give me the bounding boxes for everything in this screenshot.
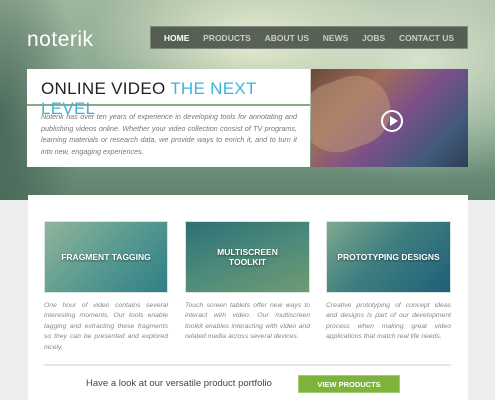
feature-title: MULTISCREEN TOOLKIT [217,247,278,267]
main-nav: HOME PRODUCTS ABOUT US NEWS JOBS CONTACT… [150,26,468,49]
nav-about-us[interactable]: ABOUT US [265,33,309,43]
play-icon[interactable] [381,110,403,132]
feature-card-fragment-tagging[interactable]: FRAGMENT TAGGING [44,221,168,293]
logo[interactable]: noterik [27,28,94,52]
intro-text: Noterik has over ten years of experience… [41,112,297,156]
feature-card-prototyping-designs[interactable]: PROTOTYPING DESIGNS [326,221,451,293]
nav-contact-us[interactable]: CONTACT US [399,33,454,43]
feature-description: Touch screen tablets offer new ways to i… [185,302,310,341]
feature-card-multiscreen-toolkit[interactable]: MULTISCREEN TOOLKIT [185,221,310,293]
nav-products[interactable]: PRODUCTS [203,33,251,43]
nav-home[interactable]: HOME [164,33,190,43]
feature-title: FRAGMENT TAGGING [61,252,151,262]
intro-box: ONLINE VIDEO THE NEXT LEVEL Noterik has … [27,69,310,167]
view-products-button[interactable]: VIEW PRODUCTS [298,375,400,393]
video-player[interactable] [311,69,468,167]
feature-title: PROTOTYPING DESIGNS [337,252,440,262]
title-main: ONLINE VIDEO [41,79,166,98]
feature-description: One hour of video contains several inter… [44,302,168,351]
nav-news[interactable]: NEWS [323,33,349,43]
divider [44,364,451,366]
cta-text: Have a look at our versatile product por… [86,378,272,389]
hero-title: ONLINE VIDEO THE NEXT LEVEL [27,69,310,118]
feature-description: Creative prototyping of concept ideas an… [326,302,451,341]
nav-jobs[interactable]: JOBS [362,33,385,43]
